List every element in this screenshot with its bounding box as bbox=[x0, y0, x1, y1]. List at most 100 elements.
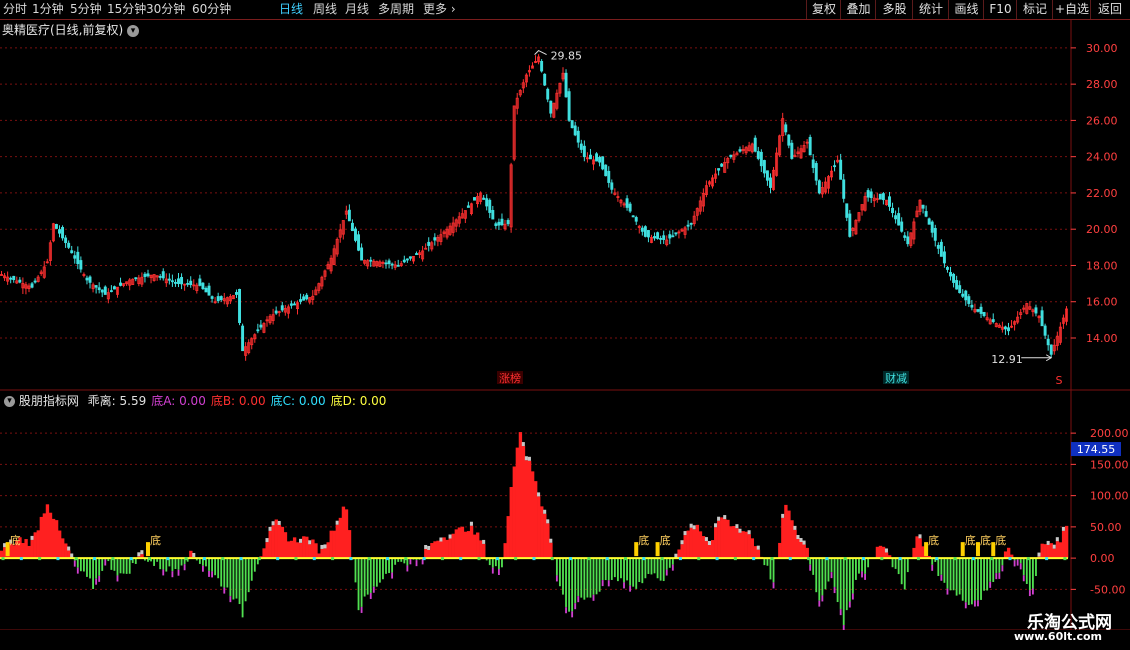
histogram-bar-positive bbox=[506, 516, 510, 559]
period-tab-4[interactable]: 30分钟 bbox=[146, 2, 185, 17]
histogram-cap bbox=[524, 456, 528, 461]
zero-line-mark bbox=[916, 557, 920, 561]
candle-body bbox=[601, 156, 605, 170]
zero-line-mark bbox=[990, 557, 994, 561]
zero-line-mark bbox=[532, 557, 536, 561]
zero-line-mark bbox=[880, 557, 884, 561]
period-tab-10[interactable]: 更多 › bbox=[423, 2, 456, 17]
candle-body bbox=[76, 251, 80, 265]
histogram-bar-positive bbox=[189, 550, 193, 559]
histogram-bar-positive bbox=[729, 526, 733, 559]
candle-body bbox=[833, 165, 837, 168]
histogram-bar-positive bbox=[24, 539, 28, 559]
histogram-bar-positive bbox=[320, 548, 324, 559]
candle-body bbox=[588, 154, 592, 160]
toolbar-button-5[interactable]: F10 bbox=[983, 0, 1017, 19]
period-tab-8[interactable]: 月线 bbox=[345, 2, 369, 17]
candle-body bbox=[549, 100, 553, 114]
candle-body bbox=[811, 159, 815, 168]
candle-body bbox=[201, 282, 205, 290]
histogram-bar-positive bbox=[33, 532, 37, 559]
histogram-cap bbox=[439, 537, 443, 542]
histogram-bar-positive bbox=[57, 530, 62, 559]
zero-line-mark bbox=[752, 557, 756, 561]
histogram-bar-positive bbox=[1003, 551, 1008, 559]
period-tab-9[interactable]: 多周期 bbox=[378, 2, 414, 17]
histogram-bar-positive bbox=[735, 528, 739, 559]
histogram-bar-positive bbox=[720, 517, 724, 559]
candle-body bbox=[427, 241, 431, 246]
candle-body bbox=[70, 250, 74, 254]
toolbar-button-1[interactable]: 叠加 bbox=[840, 0, 876, 19]
histogram-cap bbox=[469, 521, 473, 526]
zero-line-mark bbox=[935, 557, 939, 561]
toolbar-button-7[interactable]: +自选 bbox=[1052, 0, 1091, 19]
histogram-bar-positive bbox=[1040, 543, 1044, 559]
toolbar-button-4[interactable]: 画线 bbox=[948, 0, 984, 19]
histogram-bar-positive bbox=[524, 460, 529, 559]
candle-body bbox=[143, 273, 147, 277]
histogram-bar-positive bbox=[677, 549, 681, 559]
period-tab-1[interactable]: 1分钟 bbox=[32, 2, 64, 17]
candle-body bbox=[1049, 344, 1053, 355]
toolbar-button-6[interactable]: 标记 bbox=[1016, 0, 1053, 19]
histogram-cap bbox=[799, 538, 803, 543]
candle-body bbox=[204, 287, 208, 293]
histogram-bar-positive bbox=[918, 538, 922, 559]
zero-line-mark bbox=[605, 557, 609, 561]
zero-line-mark bbox=[550, 557, 554, 561]
zero-line-mark bbox=[1026, 557, 1030, 561]
signal-label: 底 bbox=[980, 533, 991, 547]
candle-body bbox=[839, 159, 843, 180]
histogram-bar-positive bbox=[543, 513, 547, 559]
zero-line-mark bbox=[495, 557, 499, 561]
histogram-cap bbox=[781, 513, 785, 518]
zero-line-mark bbox=[166, 557, 170, 561]
histogram-cap bbox=[192, 552, 196, 557]
indicator-menu-icon[interactable]: ▾ bbox=[4, 396, 15, 407]
candle-body bbox=[866, 190, 870, 198]
histogram-bar-positive bbox=[717, 520, 721, 559]
zero-line-mark bbox=[276, 557, 280, 561]
candle-body bbox=[177, 278, 180, 284]
toolbar-button-8[interactable]: 返回 bbox=[1090, 0, 1129, 19]
histogram-bar-positive bbox=[723, 519, 727, 559]
candle-body bbox=[628, 203, 632, 212]
histogram-cap bbox=[323, 544, 327, 549]
zero-line-mark bbox=[1008, 557, 1012, 561]
histogram-cap bbox=[1055, 537, 1059, 542]
candle-body bbox=[717, 168, 721, 171]
toolbar-button-0[interactable]: 复权 bbox=[806, 0, 841, 19]
period-tab-2[interactable]: 5分钟 bbox=[70, 2, 102, 17]
candle-body bbox=[369, 259, 373, 262]
zero-line-mark bbox=[514, 557, 518, 561]
histogram-bar-positive bbox=[1061, 530, 1066, 559]
price-tick-label: 30.00 bbox=[1086, 42, 1118, 55]
candle-body bbox=[482, 197, 486, 200]
histogram-bar-positive bbox=[732, 526, 736, 559]
histogram-bar-positive bbox=[427, 549, 431, 559]
histogram-cap bbox=[802, 540, 806, 545]
indicator-tick-label: 150.00 bbox=[1090, 458, 1129, 471]
histogram-cap bbox=[424, 544, 428, 549]
period-tab-7[interactable]: 周线 bbox=[313, 2, 337, 17]
candle-body bbox=[390, 263, 394, 266]
zero-line-mark bbox=[477, 557, 481, 561]
candle-body bbox=[241, 325, 245, 352]
period-tab-3[interactable]: 15分钟 bbox=[107, 2, 146, 17]
histogram-cap bbox=[796, 535, 800, 540]
histogram-bar-positive bbox=[433, 541, 437, 559]
indicator-value-3: 底C: 0.00 bbox=[270, 394, 326, 408]
candle-body bbox=[387, 260, 391, 265]
toolbar-button-2[interactable]: 多股 bbox=[875, 0, 913, 19]
histogram-cap bbox=[689, 523, 693, 528]
period-tab-6[interactable]: 日线 bbox=[279, 2, 303, 17]
candle-body bbox=[235, 292, 238, 295]
candle-body bbox=[18, 279, 22, 283]
chevron-down-icon[interactable]: ▾ bbox=[127, 24, 140, 37]
candle-body bbox=[299, 299, 303, 302]
period-tab-0[interactable]: 分时 bbox=[3, 2, 27, 17]
candle-body bbox=[408, 256, 412, 259]
toolbar-button-3[interactable]: 统计 bbox=[912, 0, 949, 19]
period-tab-5[interactable]: 60分钟 bbox=[192, 2, 231, 17]
